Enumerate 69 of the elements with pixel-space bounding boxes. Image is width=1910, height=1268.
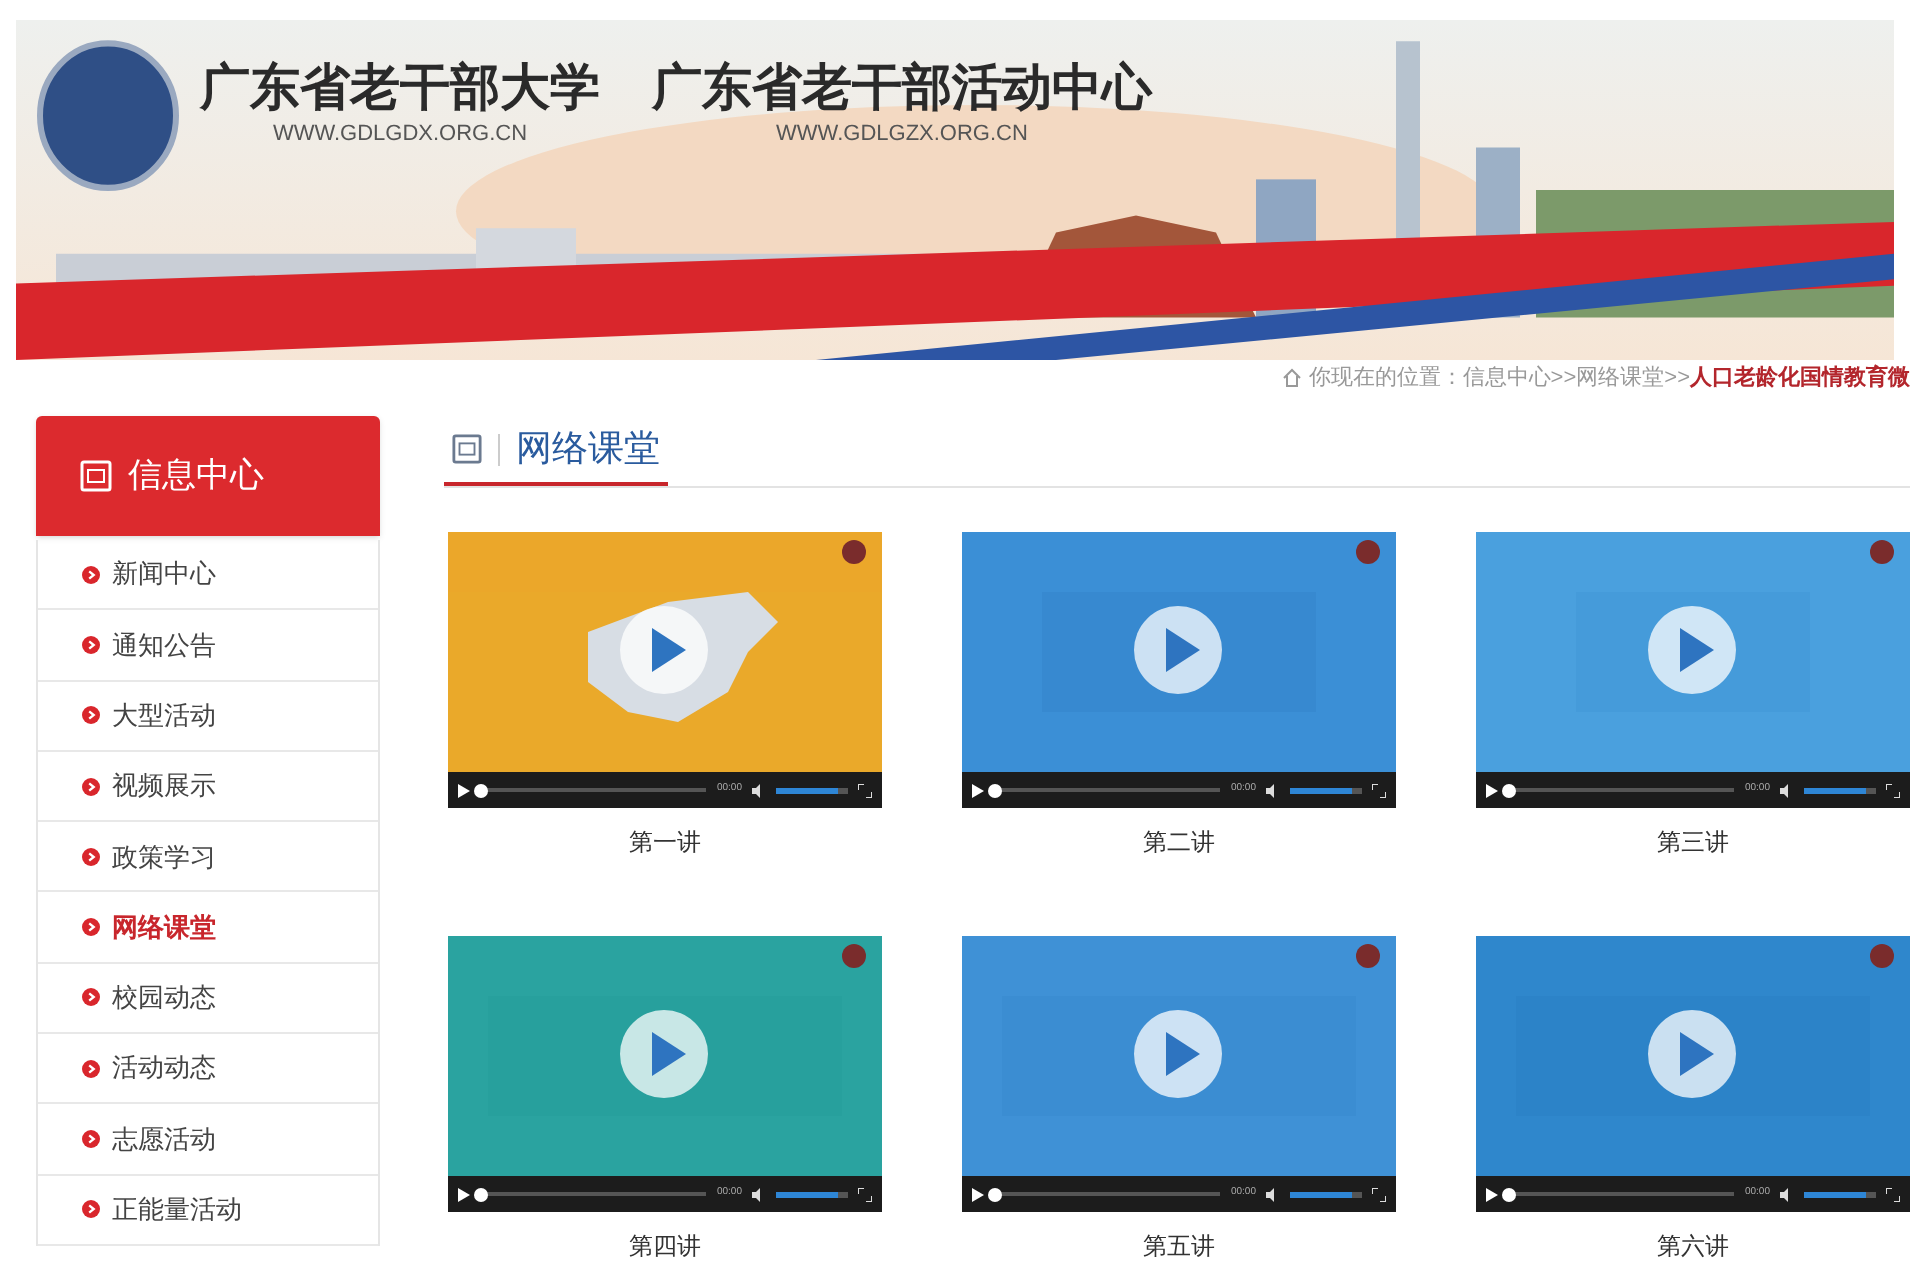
volume-icon[interactable] xyxy=(1266,1187,1280,1201)
document-icon xyxy=(452,434,482,464)
bullet-icon xyxy=(82,706,100,725)
document-icon xyxy=(80,460,112,492)
play-button[interactable] xyxy=(1134,606,1222,694)
site-title: 广东省老干部大学 xyxy=(200,60,600,120)
video-caption[interactable]: 第五讲 xyxy=(1143,1228,1215,1264)
play-icon[interactable] xyxy=(972,1187,984,1201)
sidebar-item[interactable]: 视频展示 xyxy=(112,766,216,806)
play-button[interactable] xyxy=(1648,1010,1736,1098)
fullscreen-icon[interactable] xyxy=(1886,783,1900,797)
bullet-icon xyxy=(82,777,100,796)
sidebar-title: 信息中心 xyxy=(128,454,264,499)
fullscreen-icon[interactable] xyxy=(1372,783,1386,797)
progress-thumb[interactable] xyxy=(988,1187,1002,1201)
sidebar-item[interactable]: 活动动态 xyxy=(112,1048,216,1088)
video-caption[interactable]: 第六讲 xyxy=(1657,1228,1729,1264)
home-icon xyxy=(1282,368,1303,388)
sidebar-item[interactable]: 新闻中心 xyxy=(112,554,216,594)
breadcrumb-separator: >> xyxy=(1550,363,1577,394)
fullscreen-icon[interactable] xyxy=(1886,1187,1900,1201)
section-title: 网络课堂 xyxy=(516,426,660,472)
bullet-icon xyxy=(82,988,100,1007)
play-icon[interactable] xyxy=(458,1187,470,1201)
fullscreen-icon[interactable] xyxy=(1372,1187,1386,1201)
volume-icon[interactable] xyxy=(1266,783,1280,797)
volume-icon[interactable] xyxy=(752,783,766,797)
volume-icon[interactable] xyxy=(752,1187,766,1201)
progress-thumb[interactable] xyxy=(474,783,488,797)
play-icon[interactable] xyxy=(972,783,984,797)
breadcrumb-current: 人口老龄化国情教育微 xyxy=(1690,362,1910,394)
play-icon[interactable] xyxy=(458,783,470,797)
sidebar-item[interactable]: 大型活动 xyxy=(112,695,216,735)
video-caption[interactable]: 第一讲 xyxy=(629,824,701,860)
volume-icon[interactable] xyxy=(1780,783,1794,797)
sidebar-item[interactable]: 通知公告 xyxy=(112,625,216,665)
play-button[interactable] xyxy=(620,606,708,694)
progress-thumb[interactable] xyxy=(1502,1187,1516,1201)
sidebar-item[interactable]: 校园动态 xyxy=(112,978,216,1018)
bullet-icon xyxy=(82,1200,100,1219)
sidebar-item[interactable]: 正能量活动 xyxy=(112,1190,242,1230)
site-url: WWW.GDLGDX.ORG.CN xyxy=(272,120,528,148)
fullscreen-icon[interactable] xyxy=(858,1187,872,1201)
volume-icon[interactable] xyxy=(1780,1187,1794,1201)
sidebar-item[interactable]: 网络课堂 xyxy=(112,907,216,947)
sidebar-item[interactable]: 志愿活动 xyxy=(112,1119,216,1159)
progress-thumb[interactable] xyxy=(988,783,1002,797)
fullscreen-icon[interactable] xyxy=(858,783,872,797)
play-button[interactable] xyxy=(1648,606,1736,694)
progress-thumb[interactable] xyxy=(1502,783,1516,797)
bullet-icon xyxy=(82,847,100,866)
bullet-icon xyxy=(82,565,100,584)
play-icon[interactable] xyxy=(1486,783,1498,797)
bullet-icon xyxy=(82,635,100,654)
play-icon[interactable] xyxy=(1486,1187,1498,1201)
bullet-icon xyxy=(82,918,100,937)
site-title: 广东省老干部活动中心 xyxy=(652,60,1152,120)
play-button[interactable] xyxy=(620,1010,708,1098)
play-button[interactable] xyxy=(1134,1010,1222,1098)
sidebar-item[interactable]: 政策学习 xyxy=(112,837,216,877)
site-url: WWW.GDLGZX.ORG.CN xyxy=(776,120,1028,148)
bullet-icon xyxy=(82,1130,100,1149)
video-caption[interactable]: 第二讲 xyxy=(1143,824,1215,860)
breadcrumb-label: 你现在的位置： xyxy=(1308,363,1463,394)
progress-thumb[interactable] xyxy=(474,1187,488,1201)
breadcrumb-separator: >> xyxy=(1664,363,1690,394)
video-caption[interactable]: 第四讲 xyxy=(629,1228,701,1264)
bullet-icon xyxy=(82,1059,100,1078)
video-caption[interactable]: 第三讲 xyxy=(1657,824,1729,860)
